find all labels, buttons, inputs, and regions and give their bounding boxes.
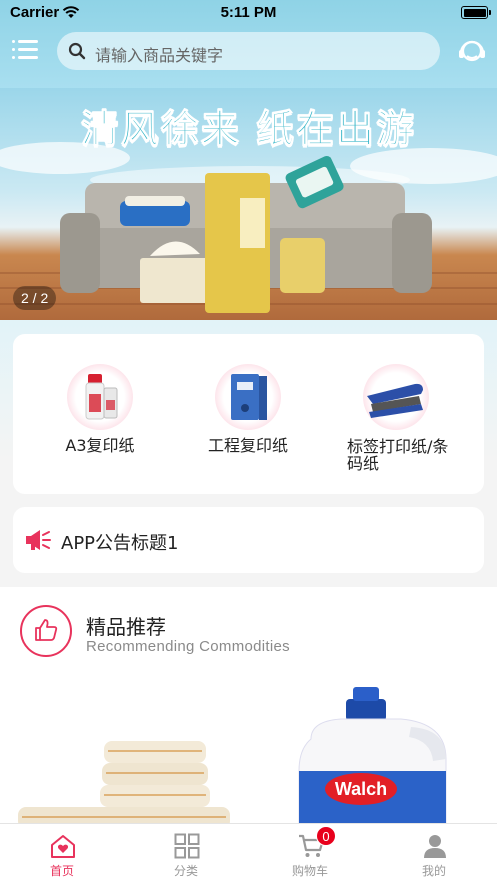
clock: 5:11 PM — [220, 4, 277, 21]
cart-count-badge: 0 — [316, 826, 336, 846]
search-bar[interactable]: 请输入商品关键字 — [57, 32, 440, 70]
product-card-towel[interactable] — [12, 679, 236, 827]
category-item-label-paper[interactable]: 标签打印纸/条码纸 — [331, 364, 461, 472]
tab-label: 首页 — [49, 864, 74, 878]
category-item-engineering-paper[interactable]: 工程复印纸 — [183, 364, 313, 454]
banner-page-indicator: 2 / 2 — [13, 286, 57, 310]
search-icon — [68, 42, 86, 60]
file-box-icon — [215, 364, 281, 430]
banner-headline: 清风徐来 纸在出游 — [80, 107, 417, 152]
category-label: 标签打印纸/条码纸 — [347, 437, 449, 473]
tab-label: 我的 — [421, 864, 446, 878]
tab-label: 分类 — [173, 864, 198, 878]
tab-label: 购物车 — [291, 864, 328, 878]
promo-banner[interactable]: 清风徐来 纸在出游 2 / 2 — [0, 88, 497, 320]
svg-text:Walch: Walch — [335, 779, 387, 799]
announcement-title: APP公告标题1 — [61, 533, 179, 554]
towel-stack-image — [18, 741, 230, 827]
walch-detergent-image: Walch — [298, 687, 447, 827]
tab-cart[interactable]: 购物车 — [248, 824, 372, 883]
product-card-detergent[interactable]: Walch — [241, 679, 477, 827]
category-label: A3复印纸 — [65, 436, 135, 455]
status-bar: Carrier 5:11 PM — [0, 0, 497, 26]
customer-service-icon[interactable] — [457, 36, 487, 66]
menu-icon[interactable] — [12, 39, 38, 61]
search-input[interactable]: 请输入商品关键字 — [95, 42, 223, 66]
section-title: 精品推荐 — [86, 615, 166, 639]
tab-mine[interactable]: 我的 — [372, 824, 496, 883]
thumbs-up-icon — [20, 605, 72, 657]
category-item-a3-paper[interactable]: A3复印纸 — [35, 364, 165, 454]
stapler-icon — [363, 364, 429, 430]
section-subtitle: Recommending Commodities — [86, 638, 290, 655]
top-nav: 请输入商品关键字 — [0, 30, 497, 72]
user-icon — [424, 835, 446, 858]
announcement-bar[interactable]: APP公告标题1 — [13, 507, 484, 573]
megaphone-icon — [26, 530, 51, 550]
category-label: 工程复印纸 — [207, 436, 288, 455]
tab-home[interactable]: 首页 — [0, 824, 124, 883]
tab-category[interactable]: 分类 — [124, 824, 248, 883]
grid-icon — [174, 833, 200, 859]
category-card: A3复印纸 工程复印纸 标签打印纸/条码纸 — [13, 334, 484, 494]
battery-icon — [461, 6, 491, 19]
ink-bottle-icon — [67, 364, 133, 430]
bottom-tab-bar: 首页 分类 购物车 我的 — [0, 823, 497, 883]
recommend-section: 精品推荐 Recommending Commodities Walch — [0, 587, 497, 827]
home-heart-icon — [51, 835, 75, 858]
